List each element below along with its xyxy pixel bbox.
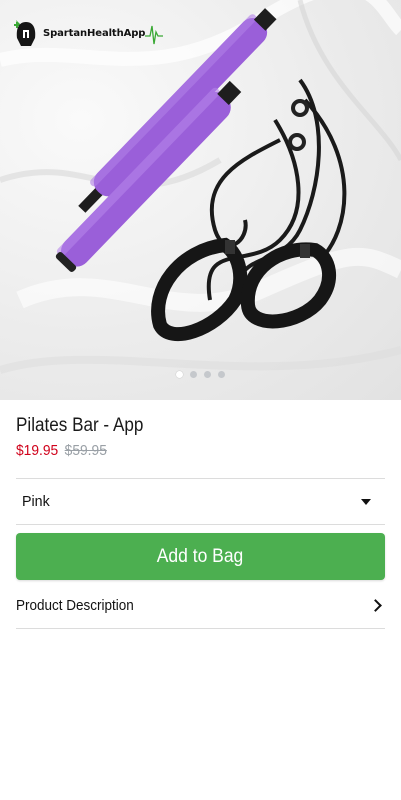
add-to-bag-label: Add to Bag	[157, 545, 244, 567]
product-description-row[interactable]: Product Description	[16, 583, 385, 629]
brand-name: SpartanHealthApp	[43, 27, 146, 39]
carousel-dot-3[interactable]	[204, 371, 211, 378]
product-image	[0, 0, 401, 374]
heartbeat-line-icon	[145, 25, 164, 45]
variant-selected-value: Pink	[22, 493, 50, 510]
variant-select[interactable]: Pink	[16, 478, 385, 525]
carousel-pagination	[0, 371, 401, 378]
caret-down-icon	[361, 498, 371, 505]
brand-logo[interactable]: SpartanHealthApp	[12, 18, 164, 48]
add-to-bag-button[interactable]: Add to Bag	[16, 533, 385, 580]
carousel-dot-4[interactable]	[218, 371, 225, 378]
chevron-right-icon	[369, 599, 382, 612]
spartan-helmet-icon	[14, 20, 36, 46]
product-description-label: Product Description	[16, 597, 134, 614]
product-image-carousel[interactable]: SpartanHealthApp	[0, 0, 401, 400]
carousel-dot-2[interactable]	[190, 371, 197, 378]
original-price: $59.95	[64, 442, 107, 459]
carousel-dot-1[interactable]	[176, 371, 183, 378]
product-prices: $19.95 $59.95	[16, 442, 107, 459]
sale-price: $19.95	[16, 442, 59, 459]
product-title: Pilates Bar - App	[16, 415, 144, 436]
